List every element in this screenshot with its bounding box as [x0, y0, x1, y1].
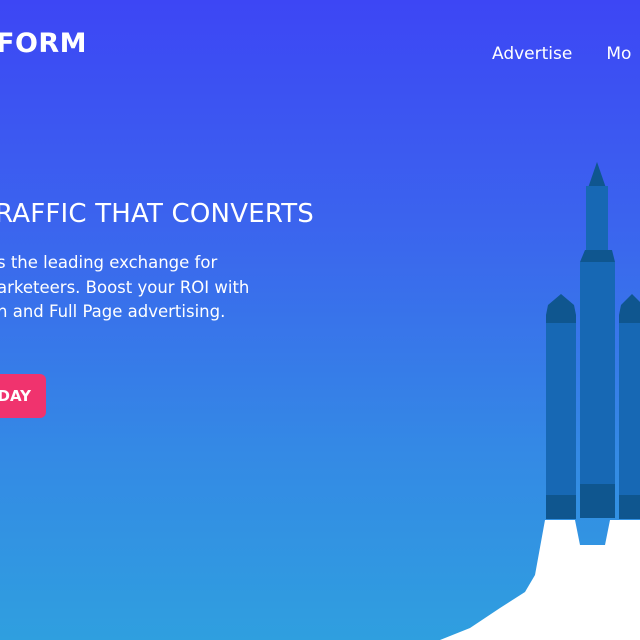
- rocket-illustration: [440, 162, 640, 640]
- center-core: [580, 162, 615, 518]
- left-booster: [546, 294, 576, 519]
- smoke-cloud: [440, 520, 640, 640]
- right-booster: [619, 294, 640, 519]
